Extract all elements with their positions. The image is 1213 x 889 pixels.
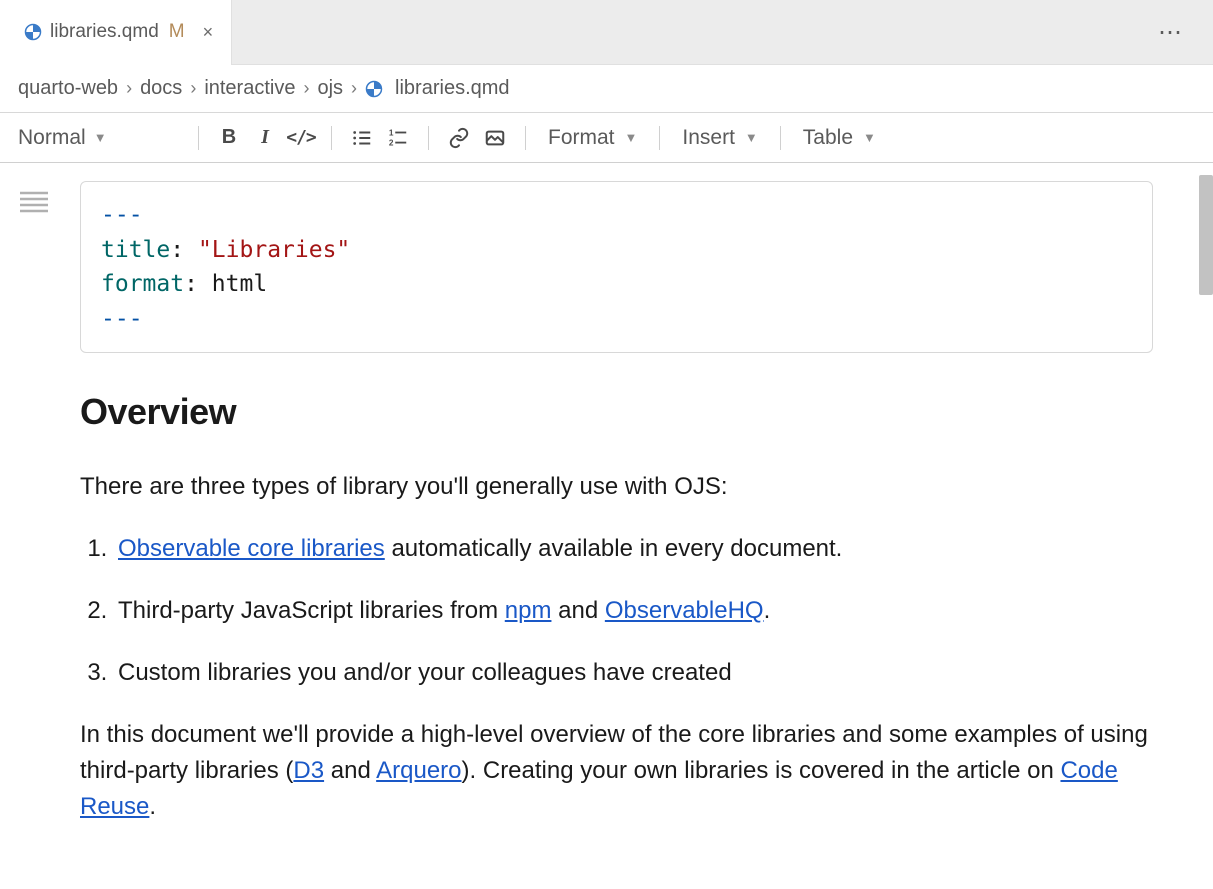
toolbar-divider: [198, 126, 199, 150]
vertical-scrollbar[interactable]: [1199, 175, 1213, 295]
toolbar-divider: [780, 126, 781, 150]
breadcrumb-segment[interactable]: quarto-web: [18, 77, 118, 100]
list-item-text: Third-party JavaScript libraries from: [118, 597, 505, 624]
breadcrumb-segment[interactable]: ojs: [317, 77, 343, 100]
toolbar-divider: [525, 126, 526, 150]
caret-down-icon: ▼: [863, 130, 876, 145]
insert-menu[interactable]: Insert ▼: [674, 126, 765, 150]
image-button[interactable]: [479, 122, 511, 154]
table-menu[interactable]: Table ▼: [795, 126, 884, 150]
body-text: .: [149, 793, 156, 820]
breadcrumb-current[interactable]: libraries.qmd: [395, 77, 509, 100]
toolbar-divider: [659, 126, 660, 150]
svg-text:1: 1: [389, 128, 394, 137]
caret-down-icon: ▼: [745, 130, 758, 145]
link-arquero[interactable]: Arquero: [376, 757, 461, 784]
bold-button[interactable]: B: [213, 122, 245, 154]
paragraph-style-select[interactable]: Normal ▼: [14, 126, 184, 150]
heading-overview: Overview: [80, 385, 1153, 439]
link-npm[interactable]: npm: [505, 597, 552, 624]
list-item: Observable core libraries automatically …: [114, 531, 1153, 567]
yaml-key: format: [101, 271, 184, 297]
link-observable-core[interactable]: Observable core libraries: [118, 535, 385, 562]
link-observablehq[interactable]: ObservableHQ: [605, 597, 764, 624]
body-text: ). Creating your own libraries is covere…: [462, 757, 1061, 784]
toolbar-divider: [331, 126, 332, 150]
chevron-right-icon: ›: [351, 78, 357, 99]
numbered-list-button[interactable]: 1 2: [382, 122, 414, 154]
code-button[interactable]: </>: [285, 122, 317, 154]
bullet-list-button[interactable]: [346, 122, 378, 154]
format-menu[interactable]: Format ▼: [540, 126, 645, 150]
tabbar-overflow-menu[interactable]: ⋯: [1128, 18, 1213, 47]
editor-content[interactable]: --- title: "Libraries" format: html --- …: [80, 163, 1213, 887]
table-menu-label: Table: [803, 126, 853, 150]
editor-tab[interactable]: libraries.qmd M ×: [0, 0, 232, 65]
list-item: Third-party JavaScript libraries from np…: [114, 593, 1153, 629]
quarto-file-icon: [365, 80, 383, 98]
chevron-right-icon: ›: [190, 78, 196, 99]
quarto-file-icon: [24, 23, 42, 41]
editor-toolbar: Normal ▼ B I </> 1 2: [0, 113, 1213, 163]
chevron-right-icon: ›: [126, 78, 132, 99]
yaml-value: html: [212, 271, 267, 297]
editor-gutter: [0, 163, 80, 887]
caret-down-icon: ▼: [94, 130, 107, 145]
yaml-frontmatter-block[interactable]: --- title: "Libraries" format: html ---: [80, 181, 1153, 353]
italic-button[interactable]: I: [249, 122, 281, 154]
svg-text:2: 2: [389, 138, 394, 147]
toolbar-divider: [428, 126, 429, 150]
tab-close-button[interactable]: ×: [203, 23, 214, 41]
style-select-label: Normal: [18, 126, 86, 150]
list-item-text: automatically available in every documen…: [385, 535, 843, 562]
tab-modified-indicator: M: [169, 21, 185, 43]
tab-filename: libraries.qmd: [50, 21, 159, 43]
block-handle-icon[interactable]: [20, 191, 80, 213]
list-item: Custom libraries you and/or your colleag…: [114, 655, 1153, 691]
link-button[interactable]: [443, 122, 475, 154]
editor-area: --- title: "Libraries" format: html --- …: [0, 163, 1213, 887]
body-paragraph: In this document we'll provide a high-le…: [80, 717, 1153, 825]
tab-bar: libraries.qmd M × ⋯: [0, 0, 1213, 65]
list-item-text: .: [764, 597, 771, 624]
link-d3[interactable]: D3: [293, 757, 324, 784]
breadcrumb-segment[interactable]: docs: [140, 77, 182, 100]
body-text: and: [324, 757, 376, 784]
library-types-list: Observable core libraries automatically …: [114, 531, 1153, 691]
yaml-dashes: ---: [101, 306, 143, 332]
format-menu-label: Format: [548, 126, 615, 150]
yaml-value: "Libraries": [198, 237, 350, 263]
yaml-dashes: ---: [101, 202, 143, 228]
intro-paragraph: There are three types of library you'll …: [80, 469, 1153, 505]
caret-down-icon: ▼: [625, 130, 638, 145]
breadcrumb-segment[interactable]: interactive: [204, 77, 295, 100]
yaml-key: title: [101, 237, 170, 263]
list-item-text: and: [551, 597, 604, 624]
chevron-right-icon: ›: [303, 78, 309, 99]
breadcrumb: quarto-web › docs › interactive › ojs › …: [0, 65, 1213, 113]
insert-menu-label: Insert: [682, 126, 735, 150]
